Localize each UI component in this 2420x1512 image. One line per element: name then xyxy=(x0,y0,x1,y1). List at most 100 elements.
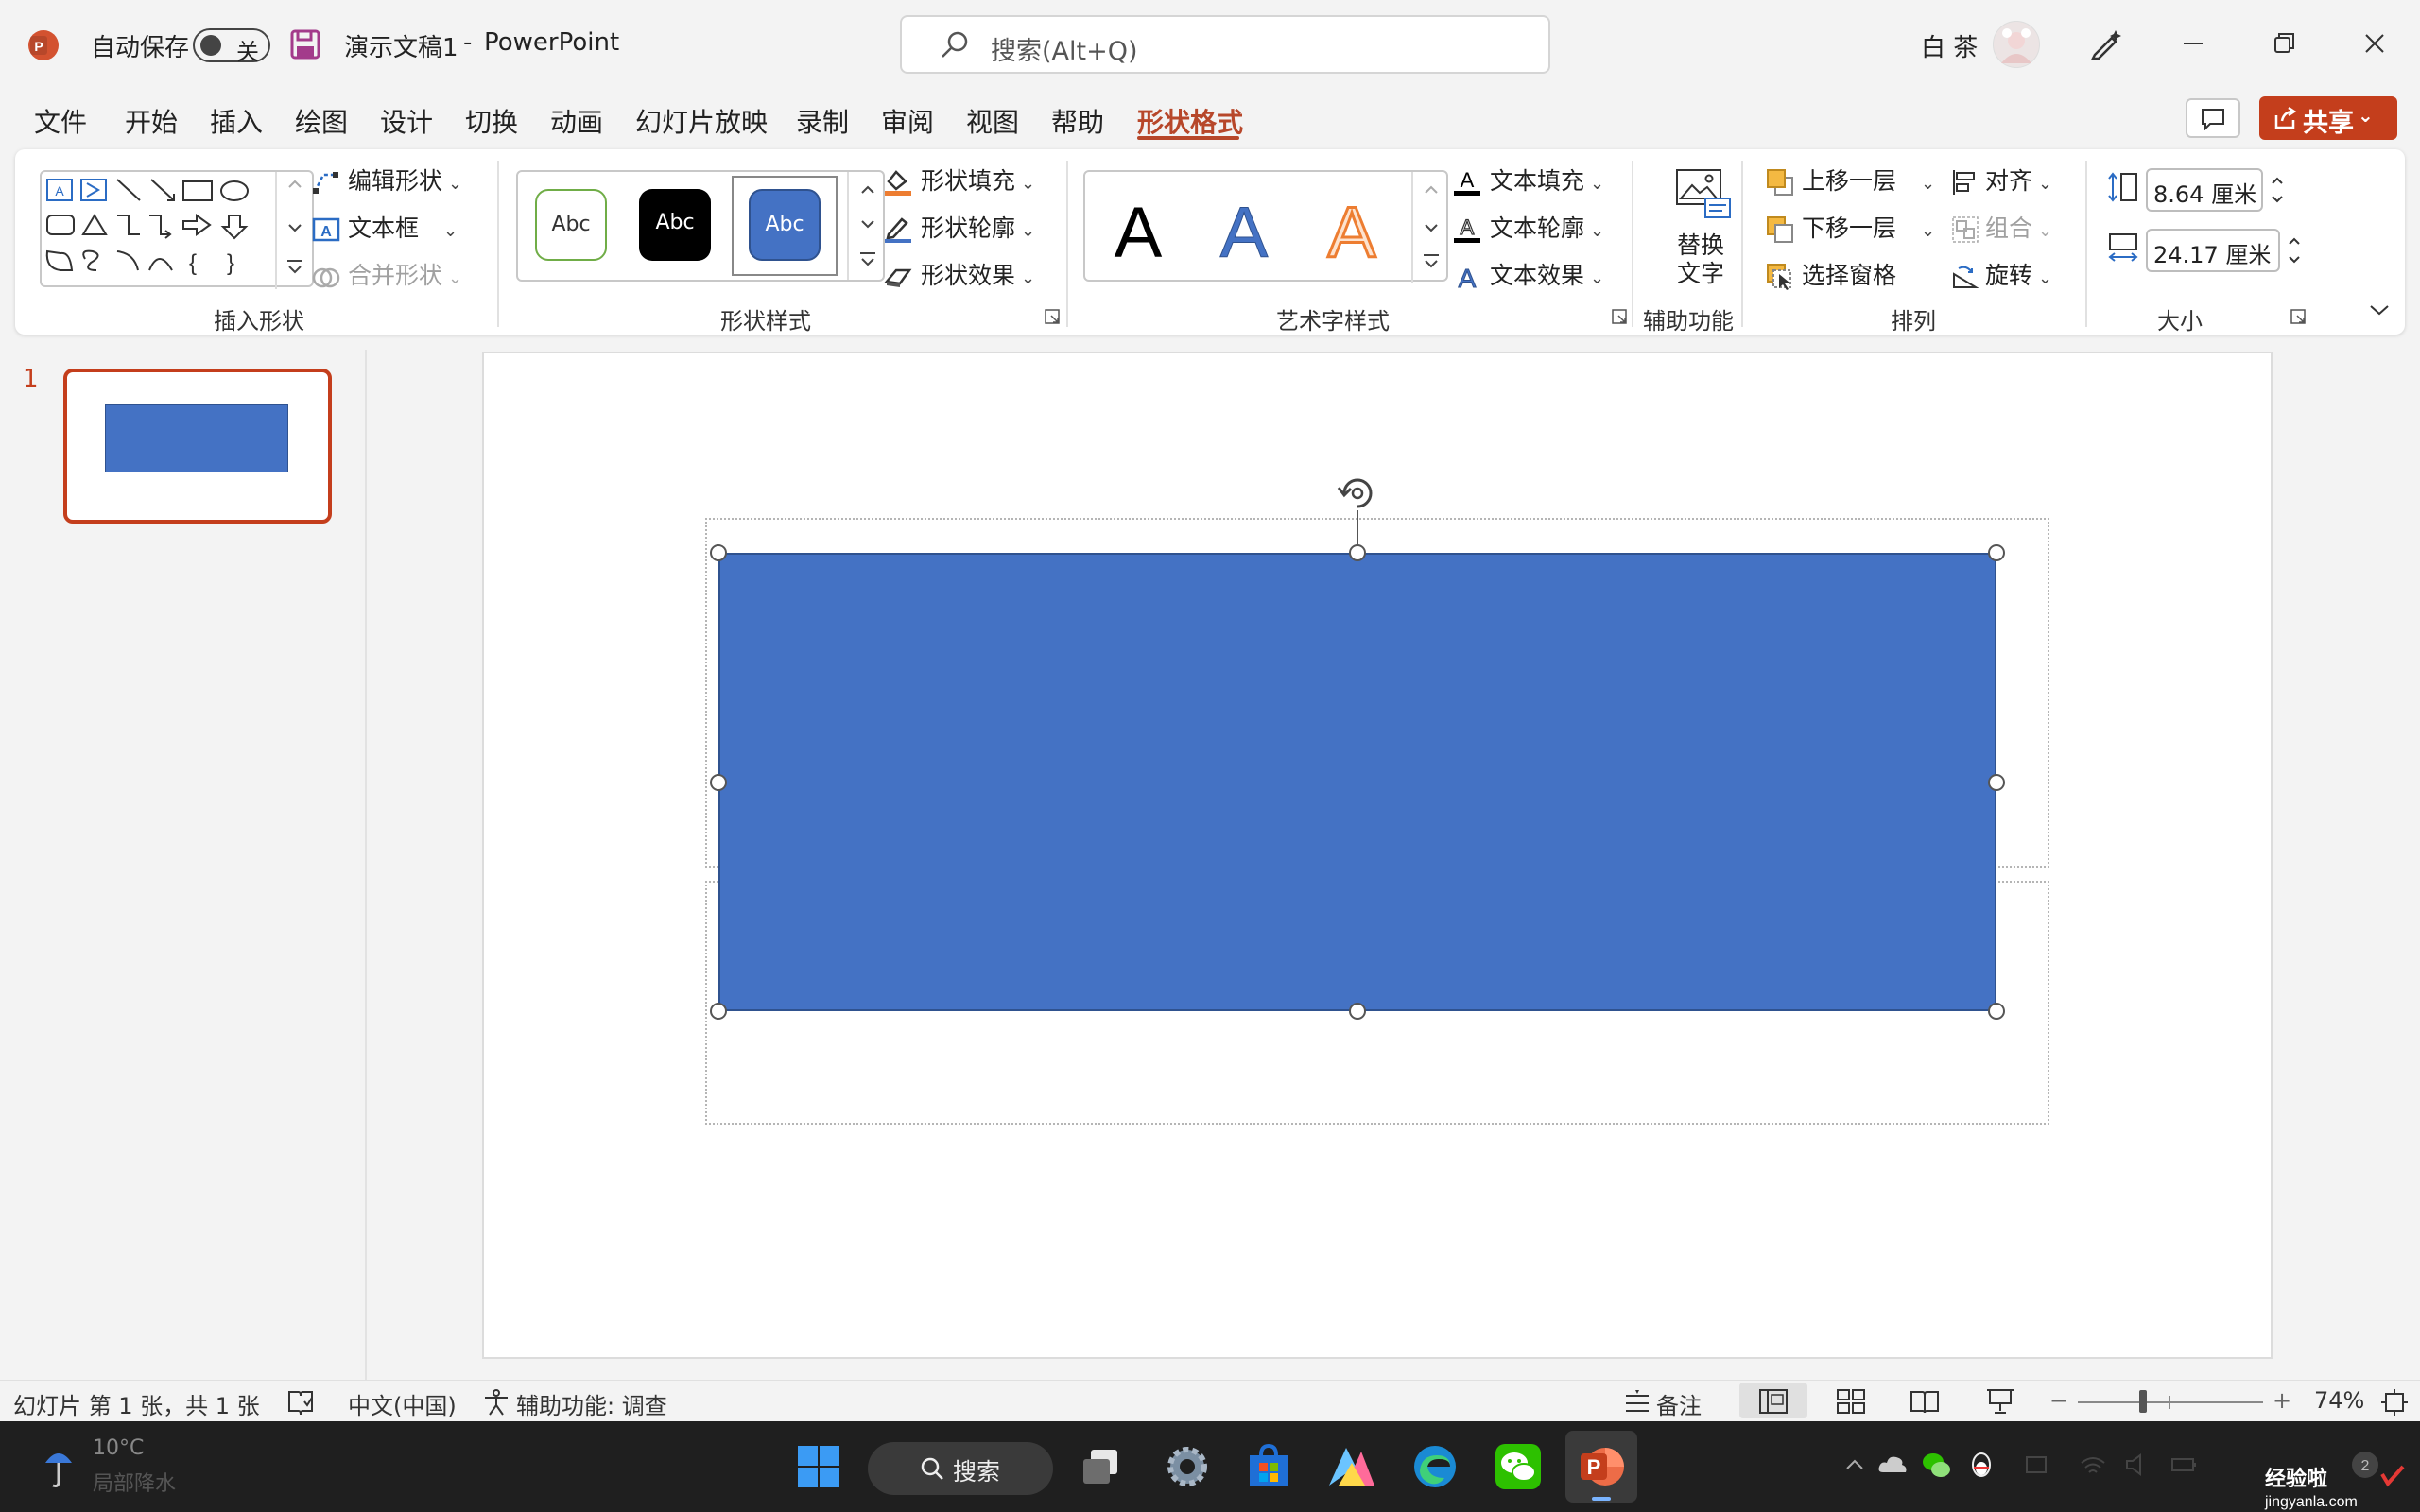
normal-view-button[interactable] xyxy=(1739,1383,1807,1418)
tray-overflow-chevron-icon[interactable] xyxy=(1838,1448,1872,1482)
wordart-sample-black[interactable]: A xyxy=(1115,193,1163,273)
shape-fill-button[interactable]: 形状填充 ⌄ xyxy=(883,163,1035,197)
tab-slideshow[interactable]: 幻灯片放映 xyxy=(635,102,768,140)
width-spinner[interactable] xyxy=(2284,229,2305,272)
shape-style-black[interactable]: Abc xyxy=(639,189,711,261)
resize-handle-left[interactable] xyxy=(710,774,727,791)
group-button[interactable]: 组合 ⌄ xyxy=(1951,210,2052,244)
text-box-button[interactable]: A 文本框 ⌄ xyxy=(312,210,458,244)
selected-rectangle-shape[interactable] xyxy=(718,553,1996,1011)
resize-handle-top-left[interactable] xyxy=(710,544,727,561)
rotate-handle-icon[interactable] xyxy=(1333,467,1382,516)
user-name[interactable]: 白 茶 xyxy=(1921,28,1978,63)
shape-width-input[interactable]: 24.17 厘米 xyxy=(2146,229,2280,272)
edge-browser-icon[interactable] xyxy=(1407,1438,1463,1495)
wordart-sample-orange[interactable]: A xyxy=(1326,192,1377,275)
resize-handle-right[interactable] xyxy=(1988,774,2005,791)
input-method-icon[interactable] xyxy=(2019,1448,2053,1482)
align-button[interactable]: 对齐 ⌄ xyxy=(1951,163,2052,197)
collapse-ribbon-chevron-icon[interactable] xyxy=(2367,301,2392,319)
wordart-styles-gallery[interactable]: A A A xyxy=(1083,170,1448,284)
zoom-in-button[interactable]: + xyxy=(2273,1387,2291,1414)
save-icon[interactable] xyxy=(289,28,321,60)
shape-styles-dialog-launcher-icon[interactable] xyxy=(1044,308,1061,325)
tab-draw[interactable]: 绘图 xyxy=(295,102,348,140)
tab-shape-format[interactable]: 形状格式 xyxy=(1137,102,1243,140)
restore-icon[interactable] xyxy=(2265,25,2303,62)
tab-home[interactable]: 开始 xyxy=(125,102,178,140)
onedrive-cloud-icon[interactable] xyxy=(1876,1448,1910,1482)
tab-animations[interactable]: 动画 xyxy=(550,102,603,140)
autosave-toggle[interactable]: 关 xyxy=(193,28,270,65)
selection-pane-button[interactable]: 选择窗格 xyxy=(1766,257,1896,291)
fit-to-window-icon[interactable] xyxy=(2380,1388,2409,1417)
wordart-dialog-launcher-icon[interactable] xyxy=(1611,308,1628,325)
tab-design[interactable]: 设计 xyxy=(380,102,433,140)
merge-shapes-button[interactable]: 合并形状 ⌄ xyxy=(312,257,462,291)
shape-height-input[interactable]: 8.64 厘米 xyxy=(2146,168,2263,212)
bring-forward-button[interactable]: 上移一层 ⌄ xyxy=(1766,163,1935,197)
tab-review[interactable]: 审阅 xyxy=(881,102,934,140)
text-effects-button[interactable]: A 文本效果 ⌄ xyxy=(1452,257,1604,291)
spell-check-icon[interactable] xyxy=(285,1388,316,1417)
taskbar-powerpoint-active[interactable]: P xyxy=(1565,1431,1637,1503)
app-launcher-icon[interactable] xyxy=(1323,1438,1380,1495)
resize-handle-bottom-right[interactable] xyxy=(1988,1003,2005,1020)
wordart-sample-blue[interactable]: A xyxy=(1219,193,1269,274)
language-indicator[interactable]: 中文(中国) xyxy=(348,1387,457,1420)
zoom-slider-track[interactable] xyxy=(2078,1401,2263,1403)
wifi-icon[interactable] xyxy=(2076,1448,2110,1482)
shapes-gallery-icons[interactable]: A { } xyxy=(42,172,316,289)
tab-transitions[interactable]: 切换 xyxy=(465,102,518,140)
size-dialog-launcher-icon[interactable] xyxy=(2290,308,2307,325)
shape-styles-scroll[interactable] xyxy=(847,172,887,280)
shape-outline-button[interactable]: 形状轮廓 ⌄ xyxy=(883,210,1035,244)
qq-penguin-icon[interactable] xyxy=(1964,1448,1998,1482)
rotate-button[interactable]: 旋转 ⌄ xyxy=(1951,257,2052,291)
resize-handle-bottom[interactable] xyxy=(1349,1003,1366,1020)
text-outline-button[interactable]: A 文本轮廓 ⌄ xyxy=(1452,210,1604,244)
alt-text-button[interactable]: 替换 文字 xyxy=(1649,166,1754,299)
tab-record[interactable]: 录制 xyxy=(796,102,849,140)
minimize-icon[interactable] xyxy=(2174,25,2212,62)
shape-style-outline-green[interactable]: Abc xyxy=(535,189,607,261)
microsoft-store-icon[interactable] xyxy=(1240,1438,1297,1495)
zoom-out-button[interactable]: − xyxy=(2049,1387,2068,1414)
zoom-slider-thumb[interactable] xyxy=(2139,1390,2147,1413)
notes-button[interactable]: 备注 xyxy=(1656,1387,1702,1420)
resize-handle-bottom-left[interactable] xyxy=(710,1003,727,1020)
reading-view-icon[interactable] xyxy=(1910,1388,1940,1415)
wechat-icon[interactable] xyxy=(1490,1438,1547,1495)
text-fill-button[interactable]: A 文本填充 ⌄ xyxy=(1452,163,1604,197)
windows-start-icon[interactable] xyxy=(790,1438,847,1495)
volume-icon[interactable] xyxy=(2121,1448,2155,1482)
designer-pen-icon[interactable] xyxy=(2087,25,2125,62)
tab-view[interactable]: 视图 xyxy=(966,102,1019,140)
task-view-icon[interactable] xyxy=(1074,1438,1131,1495)
shapes-gallery[interactable]: A { } xyxy=(40,170,316,289)
send-backward-button[interactable]: 下移一层 ⌄ xyxy=(1766,210,1935,244)
settings-gear-icon[interactable] xyxy=(1159,1438,1216,1495)
comments-button[interactable] xyxy=(2186,98,2240,138)
share-dropdown-chevron-icon[interactable]: ⌄ xyxy=(2358,104,2374,127)
avatar[interactable] xyxy=(1993,21,2040,68)
zoom-level[interactable]: 74% xyxy=(2314,1387,2364,1414)
tab-help[interactable]: 帮助 xyxy=(1051,102,1104,140)
shape-effects-button[interactable]: 形状效果 ⌄ xyxy=(883,257,1035,291)
tab-file[interactable]: 文件 xyxy=(34,102,87,140)
accessibility-status[interactable]: 辅助功能: 调查 xyxy=(516,1387,667,1420)
taskbar-search-button[interactable]: 搜索 xyxy=(868,1442,1053,1495)
height-spinner[interactable] xyxy=(2267,168,2288,212)
slide-sorter-icon[interactable] xyxy=(1836,1388,1866,1415)
shape-style-blue[interactable]: Abc xyxy=(749,189,821,261)
resize-handle-top-right[interactable] xyxy=(1988,544,2005,561)
search-input[interactable]: 搜索(Alt+Q) xyxy=(900,15,1550,74)
slide-thumbnail[interactable] xyxy=(63,369,332,524)
wechat-tray-icon[interactable] xyxy=(1919,1448,1953,1482)
close-icon[interactable] xyxy=(2356,25,2394,62)
battery-icon[interactable] xyxy=(2167,1448,2201,1482)
resize-handle-top[interactable] xyxy=(1349,544,1366,561)
slideshow-view-icon[interactable] xyxy=(1985,1386,2015,1415)
edit-shape-button[interactable]: 编辑形状 ⌄ xyxy=(312,163,462,197)
tab-insert[interactable]: 插入 xyxy=(210,102,263,140)
